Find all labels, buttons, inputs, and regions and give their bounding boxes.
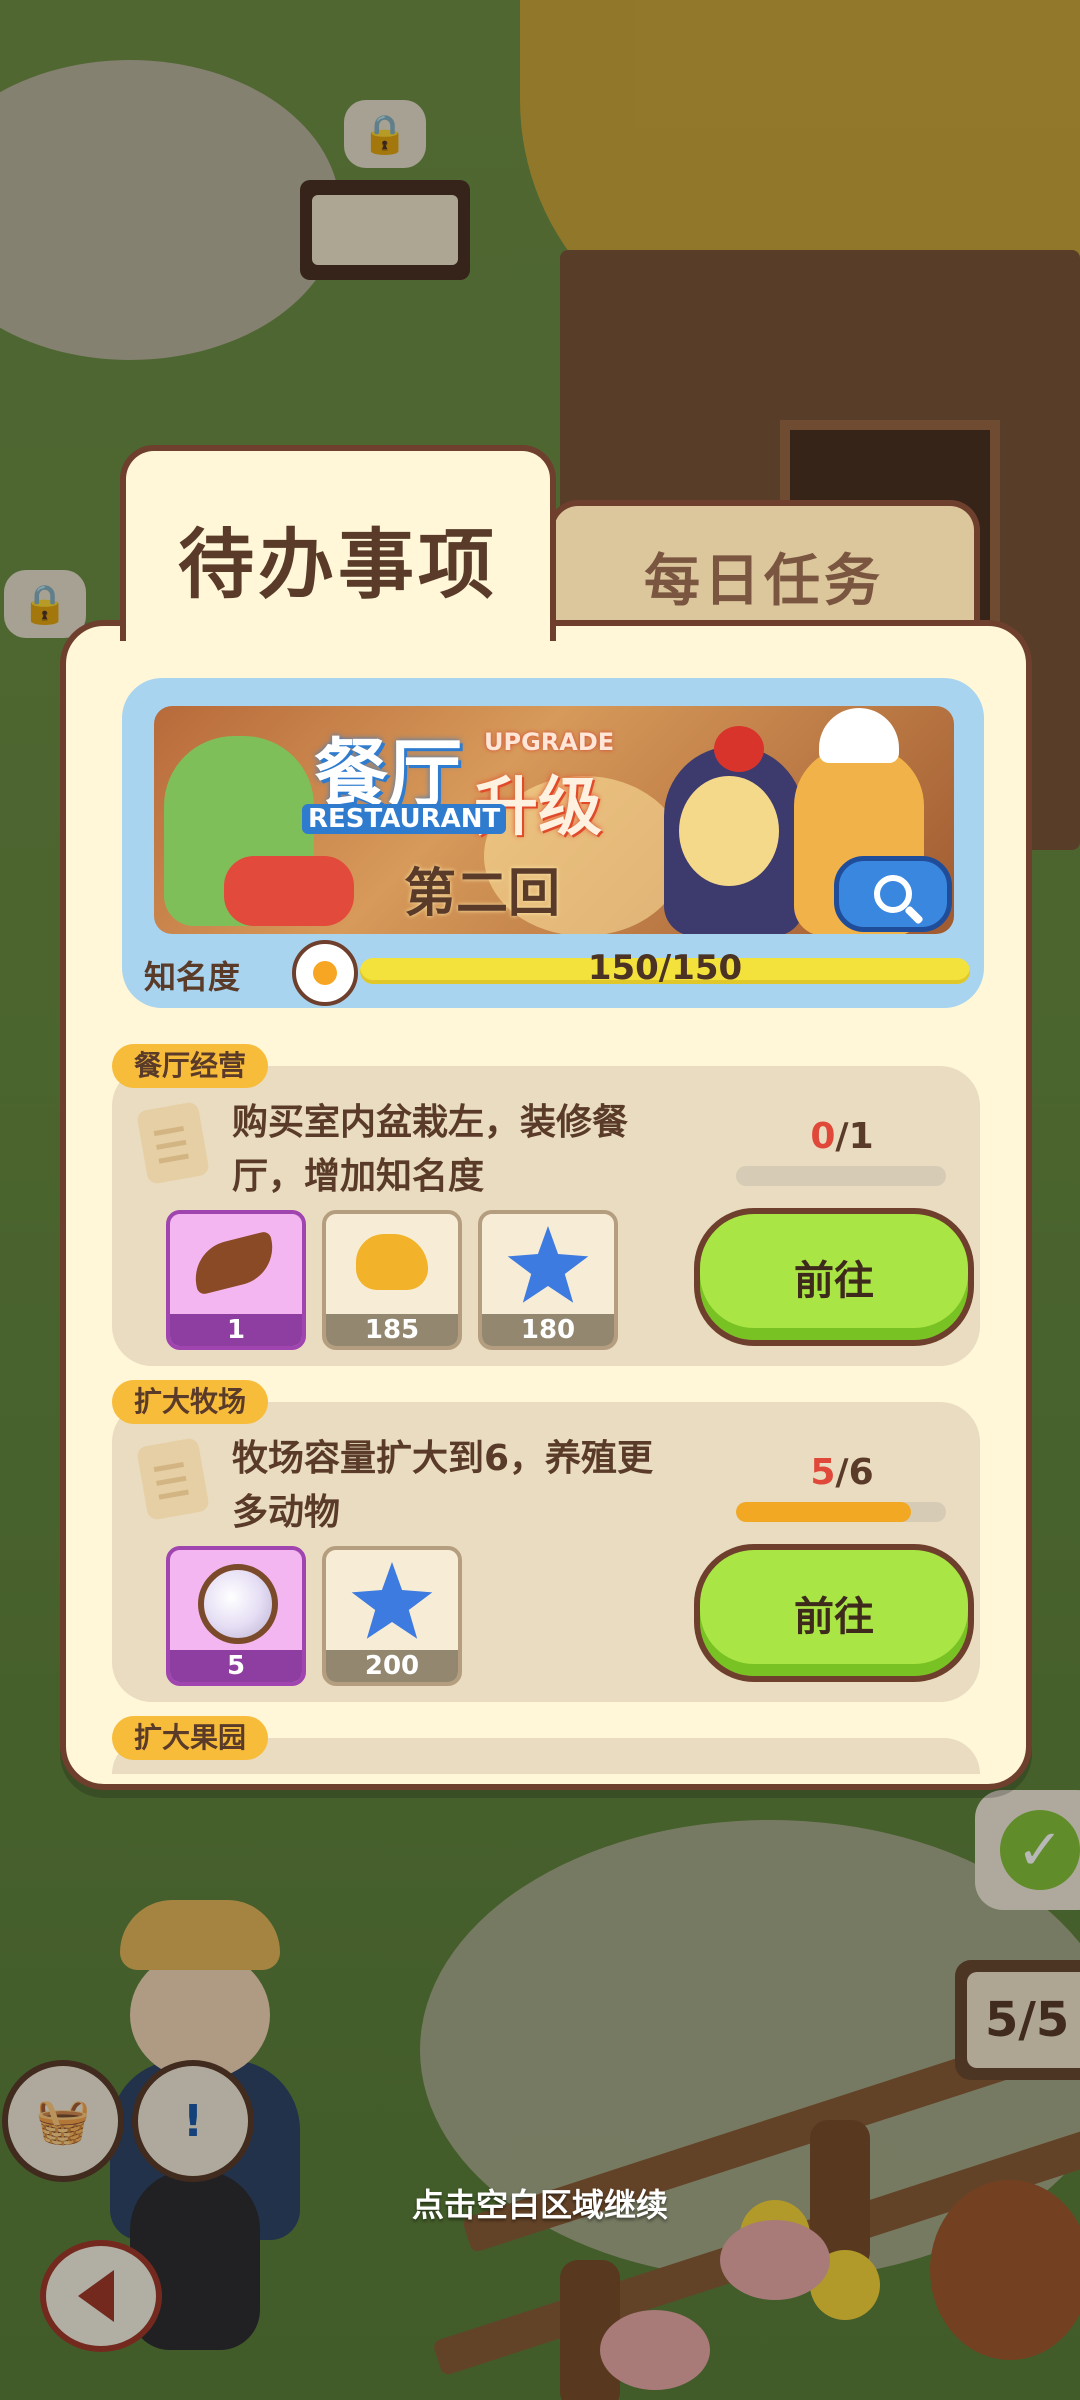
note-icon — [136, 1437, 210, 1521]
task-card: 牧场容量扩大到6，养殖更多动物 5/6 5 200 前往 — [112, 1402, 980, 1702]
reward-item[interactable]: 180 — [478, 1210, 618, 1350]
task-progress-text: 5/6 — [810, 1452, 874, 1493]
todo-panel: 餐厅 UPGRADE 升级 RESTAURANT 第二回 知名度 150/150… — [60, 620, 1032, 1790]
star-icon — [351, 1562, 433, 1639]
banner-search-button[interactable] — [834, 856, 952, 932]
task-category-tag: 餐厅经营 — [112, 1044, 269, 1088]
task-card: 购买室内盆栽左，装修餐厅，增加知名度 0/1 1 185 180 前往 — [112, 1066, 980, 1366]
task-progress-text: 0/1 — [810, 1116, 874, 1157]
task-category-tag: 扩大牧场 — [112, 1380, 269, 1424]
fame-progress-text: 150/150 — [587, 948, 743, 988]
banner-title-upgrade: UPGRADE — [484, 728, 615, 756]
banner-title-restaurant: RESTAURANT — [302, 804, 507, 834]
go-button[interactable]: 前往 — [694, 1544, 974, 1682]
tab-todo[interactable]: 待办事项 — [120, 445, 556, 641]
event-banner-frame: 餐厅 UPGRADE 升级 RESTAURANT 第二回 知名度 150/150 — [122, 678, 984, 1008]
flower-icon — [292, 940, 358, 1006]
tab-label: 每日任务 — [644, 549, 884, 614]
bird-icon — [356, 1234, 428, 1290]
banner-title-part2: 升级 — [474, 771, 602, 845]
restaurant-upgrade-banner[interactable]: 餐厅 UPGRADE 升级 RESTAURANT 第二回 — [154, 706, 954, 934]
tab-label: 待办事项 — [178, 520, 498, 609]
tap-to-continue-hint: 点击空白区域继续 — [411, 2186, 668, 2224]
fame-label: 知名度 — [144, 958, 241, 996]
star-icon — [507, 1226, 589, 1303]
task-category-tag: 扩大果园 — [112, 1716, 269, 1760]
apple-icon — [714, 726, 764, 772]
pearl-icon — [198, 1564, 278, 1644]
chef-hat-icon — [819, 708, 899, 763]
tab-daily-tasks[interactable]: 每日任务 — [548, 500, 980, 626]
banner-subtitle: 第二回 — [404, 864, 561, 924]
leaf-icon — [187, 1230, 281, 1296]
reward-item[interactable]: 200 — [322, 1546, 462, 1686]
task-description: 牧场容量扩大到6，养殖更多动物 — [232, 1438, 654, 1533]
reward-item[interactable]: 185 — [322, 1210, 462, 1350]
search-icon — [874, 875, 912, 913]
fame-progress: 知名度 150/150 — [144, 940, 974, 1006]
task-description: 购买室内盆栽左，装修餐厅，增加知名度 — [232, 1102, 629, 1197]
note-icon — [136, 1101, 210, 1185]
reward-item[interactable]: 1 — [166, 1210, 306, 1350]
scooter — [224, 856, 354, 926]
task-progress-bar — [736, 1166, 946, 1186]
reward-item[interactable]: 5 — [166, 1546, 306, 1686]
go-button[interactable]: 前往 — [694, 1208, 974, 1346]
task-progress-bar — [736, 1502, 946, 1522]
